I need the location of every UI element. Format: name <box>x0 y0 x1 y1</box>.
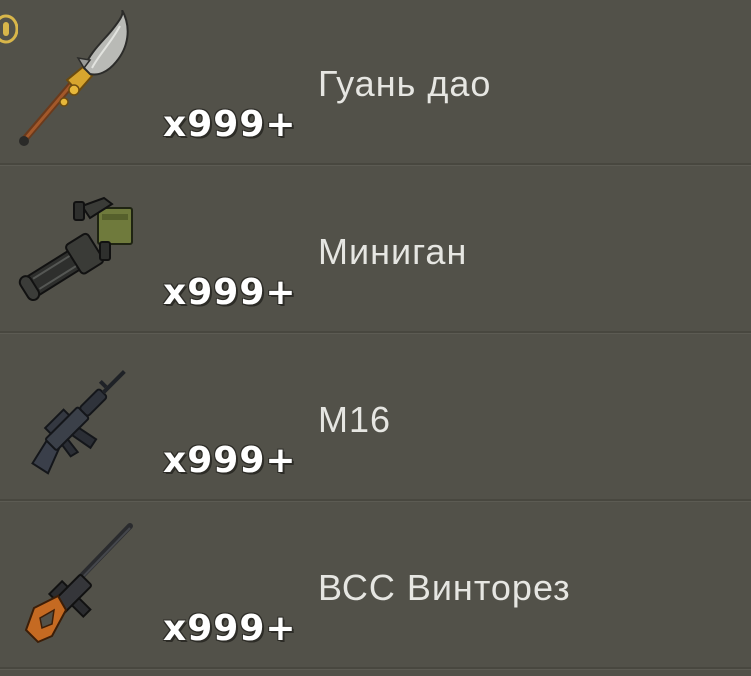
inventory-item[interactable]: x999+ ВСС Винторез <box>0 504 751 670</box>
item-name: ВСС Винторез <box>318 567 571 608</box>
item-count: x999+ <box>163 440 297 481</box>
inventory-item[interactable]: x999+ Миниган <box>0 168 751 334</box>
item-count: x999+ <box>163 608 297 649</box>
m16-rifle-icon <box>31 370 126 475</box>
item-count: x999+ <box>163 104 297 145</box>
guan-dao-glaive-icon <box>19 10 129 146</box>
inventory-item[interactable]: x999+ Гуань дао <box>0 0 751 166</box>
item-count: x999+ <box>163 272 297 313</box>
item-name: Гуань дао <box>318 63 492 104</box>
vss-vintorez-rifle-icon <box>24 523 133 644</box>
item-name: Миниган <box>318 231 468 272</box>
inventory-list: x999+ Гуань дао x999+ Миниган x999+ M16 … <box>0 0 751 676</box>
minigun-icon <box>18 196 133 302</box>
item-name: M16 <box>318 399 392 440</box>
inventory-item[interactable]: x999+ M16 <box>0 336 751 502</box>
